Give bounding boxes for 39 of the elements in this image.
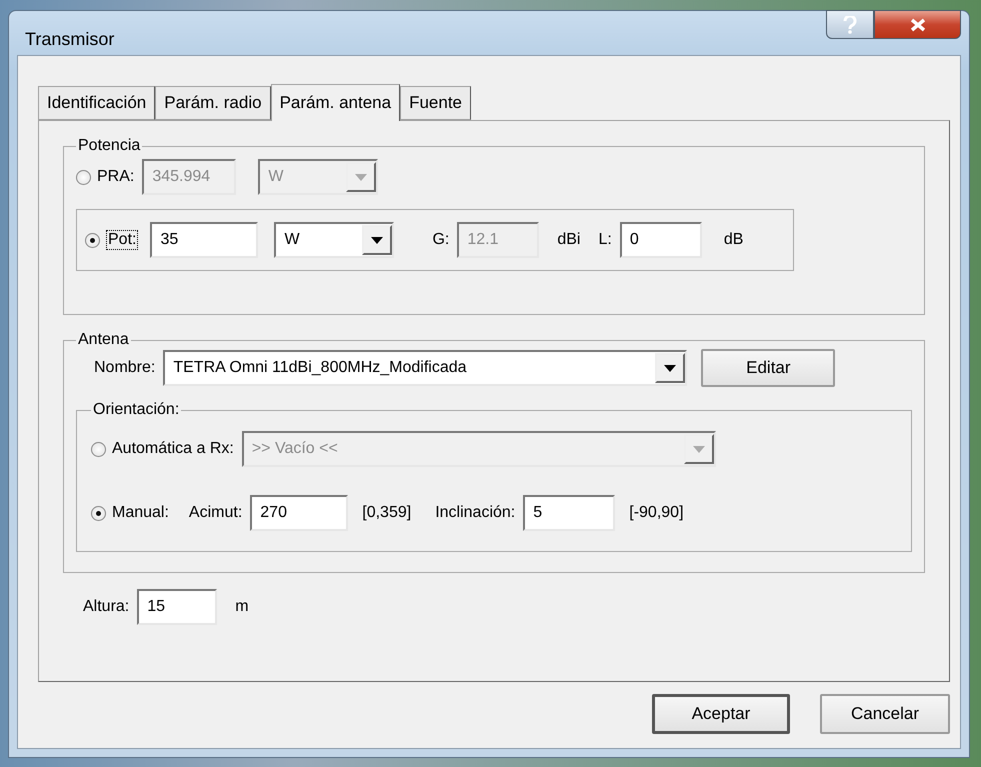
antenna-dropdown[interactable]: TETRA Omni 11dBi_800MHz_Modificada <box>163 350 688 386</box>
field-label: G: <box>432 231 450 249</box>
range-label: [-90,90] <box>629 504 684 522</box>
input-field[interactable]: 270 <box>250 495 348 531</box>
help-button[interactable] <box>826 10 874 39</box>
window-title: Transmisor <box>25 29 114 50</box>
radio-button[interactable]: PRA: <box>76 168 134 186</box>
tab[interactable]: Parám. antena <box>270 84 400 121</box>
field-label: Nombre: <box>94 359 156 377</box>
dialog-button[interactable]: Aceptar <box>652 694 790 734</box>
range-label: [0,359] <box>362 504 412 522</box>
field-label: L: <box>598 231 612 249</box>
edit-button[interactable]: Editar <box>701 349 836 387</box>
field-label: Acimut: <box>188 504 242 522</box>
dialog-button[interactable]: Cancelar <box>820 694 950 734</box>
input-field[interactable]: 35 <box>150 222 258 258</box>
group-title: Orientación: <box>92 401 180 419</box>
field-label: Inclinación: <box>435 504 516 522</box>
close-icon <box>910 18 926 32</box>
help-icon <box>843 16 857 34</box>
close-button[interactable] <box>874 10 961 39</box>
unit-label: m <box>235 598 249 616</box>
input-field[interactable]: 15 <box>137 589 218 625</box>
input-field[interactable]: 0 <box>620 222 702 258</box>
unit-dropdown[interactable]: W <box>274 222 394 258</box>
tab[interactable]: Parám. radio <box>155 86 271 120</box>
caret-icon <box>692 446 705 452</box>
field-label: Altura: <box>83 598 130 616</box>
unit-label: dB <box>724 231 744 249</box>
input-field[interactable]: 5 <box>523 495 616 531</box>
unit-label: dBi <box>557 231 580 249</box>
caret-icon <box>355 174 368 180</box>
tab[interactable]: Fuente <box>400 86 472 120</box>
caret-icon <box>371 236 384 244</box>
group-title: Potencia <box>77 137 142 155</box>
group-title: Antena <box>77 331 130 349</box>
caret-icon <box>664 364 676 372</box>
radio-button[interactable]: Manual: <box>91 504 169 522</box>
tab[interactable]: Identificación <box>38 86 156 120</box>
